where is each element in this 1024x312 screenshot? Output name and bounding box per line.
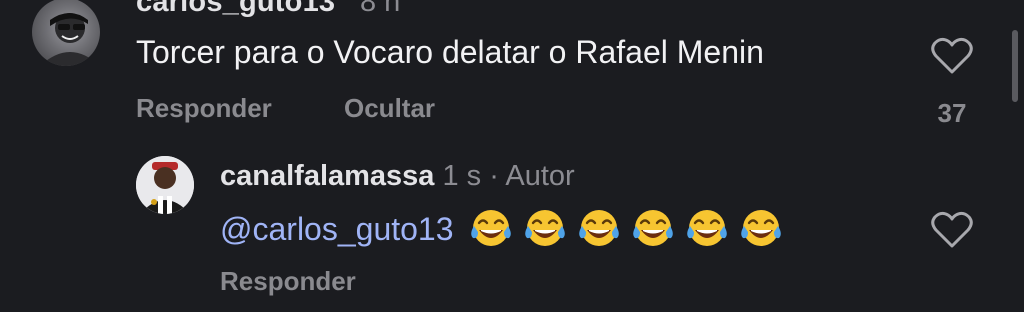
person-photo-icon bbox=[136, 156, 194, 214]
reply-text: @carlos_guto13 bbox=[220, 206, 784, 252]
reply-header: canalfalamassa 1 s · Autor bbox=[220, 160, 575, 193]
reply-button[interactable]: Responder bbox=[136, 93, 272, 124]
commenter-username[interactable]: carlos_guto13 bbox=[136, 0, 335, 19]
scrollbar-thumb[interactable] bbox=[1012, 30, 1018, 102]
like-heart-icon[interactable] bbox=[930, 210, 974, 250]
comment-text: Torcer para o Vocaro delatar o Rafael Me… bbox=[136, 34, 764, 70]
mention-link[interactable]: @carlos_guto13 bbox=[220, 211, 454, 248]
hide-button[interactable]: Ocultar bbox=[344, 93, 435, 124]
reply-author-avatar[interactable] bbox=[136, 156, 194, 214]
comment-timestamp: 8 h bbox=[360, 0, 401, 18]
tears-of-joy-emoji-icon bbox=[578, 210, 619, 246]
emoji-row bbox=[468, 206, 784, 252]
like-heart-icon[interactable] bbox=[930, 36, 974, 76]
tears-of-joy-emoji-icon bbox=[686, 210, 727, 246]
reply-button[interactable]: Responder bbox=[220, 266, 356, 297]
reply-meta: 1 s · Autor bbox=[442, 160, 575, 192]
comments-panel: carlos_guto13 8 h Torcer para o Vocaro d… bbox=[0, 0, 1024, 312]
tears-of-joy-emoji-icon bbox=[524, 210, 565, 246]
tears-of-joy-emoji-icon bbox=[740, 210, 781, 246]
tears-of-joy-emoji-icon bbox=[470, 210, 511, 246]
like-count: 37 bbox=[937, 98, 967, 128]
commenter-avatar[interactable] bbox=[32, 0, 100, 66]
tears-of-joy-emoji-icon bbox=[632, 210, 673, 246]
reply-username[interactable]: canalfalamassa bbox=[220, 160, 434, 192]
person-photo-icon bbox=[40, 13, 100, 66]
